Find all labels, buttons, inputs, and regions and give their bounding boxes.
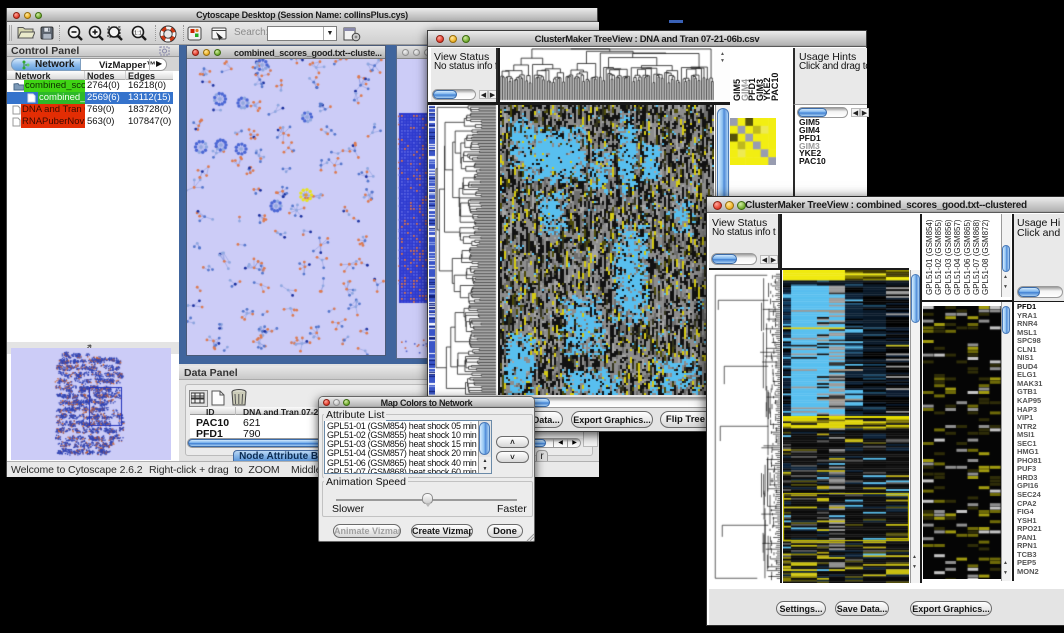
svg-text:1:1: 1:1 (134, 31, 142, 37)
